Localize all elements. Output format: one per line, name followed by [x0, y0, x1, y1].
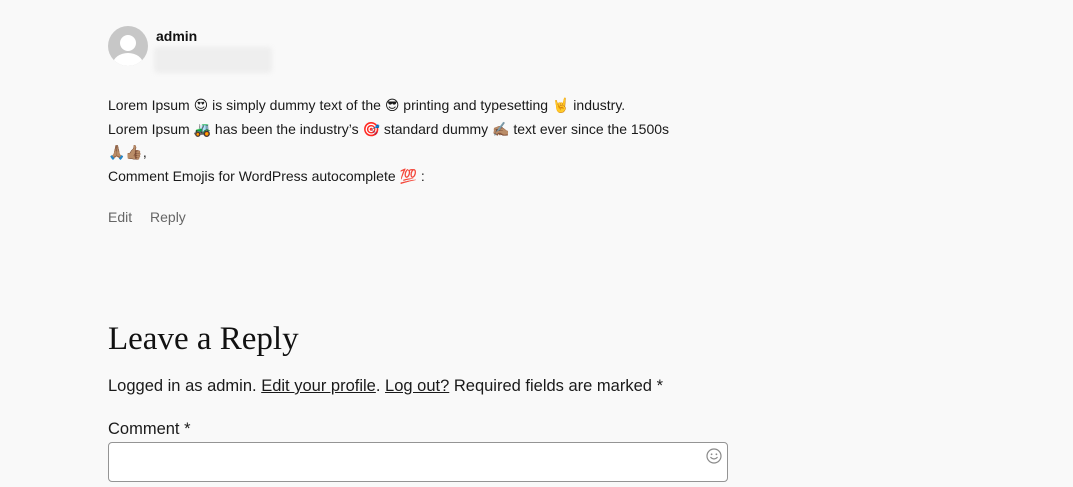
comment-text: printing and typesetting: [399, 97, 552, 113]
avatar: [108, 26, 148, 66]
comment-text: text ever since the 1500s: [509, 120, 670, 137]
comment-required-marker: *: [184, 420, 191, 438]
reply-link[interactable]: Reply: [150, 209, 186, 225]
tractor-emoji: 🚜: [193, 121, 212, 138]
comment-label: Comment *: [108, 419, 728, 439]
comment-line-4: Comment Emojis for WordPress autocomplet…: [108, 165, 748, 189]
sunglasses-emoji: 😎: [384, 98, 400, 114]
comment-field-wrapper: [108, 442, 728, 482]
comment-text: standard dummy: [379, 120, 493, 137]
logged-in-text: Logged in as admin.: [108, 377, 257, 395]
comment-line-2: Lorem Ipsum 🚜 has been the industry’s 🎯 …: [108, 118, 748, 142]
required-note: Required fields are marked: [453, 377, 652, 395]
comment-text: ,: [142, 144, 147, 160]
comment-text: Lorem Ipsum: [108, 120, 194, 137]
comment-line-3: 🙏🏽👍🏽,: [108, 141, 748, 165]
comment-line-1: Lorem Ipsum 😍 is simply dummy text of th…: [108, 94, 748, 118]
comment-text: Lorem Ipsum: [108, 97, 194, 113]
comment-body: Lorem Ipsum 😍 is simply dummy text of th…: [108, 94, 748, 188]
target-emoji: 🎯: [362, 121, 380, 138]
edit-profile-link[interactable]: Edit your profile: [261, 377, 376, 395]
period: .: [375, 377, 381, 395]
required-marker: *: [656, 377, 663, 395]
comment: admin Lorem Ipsum 😍 is simply dummy text…: [108, 26, 748, 225]
heart-eyes-emoji: 😍: [193, 98, 209, 114]
avatar-shoulders: [113, 53, 143, 66]
edit-link[interactable]: Edit: [108, 209, 132, 225]
reply-title: Leave a Reply: [108, 321, 299, 357]
comment-date-blurred: [154, 47, 272, 73]
comment-text: is simply dummy text of the: [208, 97, 385, 113]
comment-meta: admin: [154, 26, 272, 73]
comment-text: has been the industry’s: [211, 120, 363, 137]
writing-hand-emoji: ✍🏽: [492, 121, 510, 138]
smiley-face-icon[interactable]: [706, 448, 722, 464]
comment-text: Comment Emojis for WordPress autocomplet…: [108, 167, 400, 184]
comment-text: :: [416, 167, 425, 184]
reply-form: Leave a Reply Logged in as admin. Edit y…: [108, 318, 728, 482]
comment-header: admin: [108, 26, 748, 73]
rock-on-emoji: 🤘: [551, 98, 570, 114]
comment-textarea[interactable]: [108, 442, 728, 482]
comment-actions: Edit Reply: [108, 209, 200, 225]
pray-thumbs-up-emoji: 🙏🏽👍🏽: [108, 145, 143, 161]
hundred-points-emoji: 💯: [399, 168, 417, 185]
comment-text: industry.: [569, 97, 626, 113]
log-out-link[interactable]: Log out?: [385, 377, 449, 395]
comment-label-text: Comment: [108, 420, 180, 438]
logged-in-notice: Logged in as admin. Edit your profile. L…: [108, 376, 728, 396]
comment-author: admin: [156, 28, 198, 44]
avatar-head: [120, 35, 136, 51]
